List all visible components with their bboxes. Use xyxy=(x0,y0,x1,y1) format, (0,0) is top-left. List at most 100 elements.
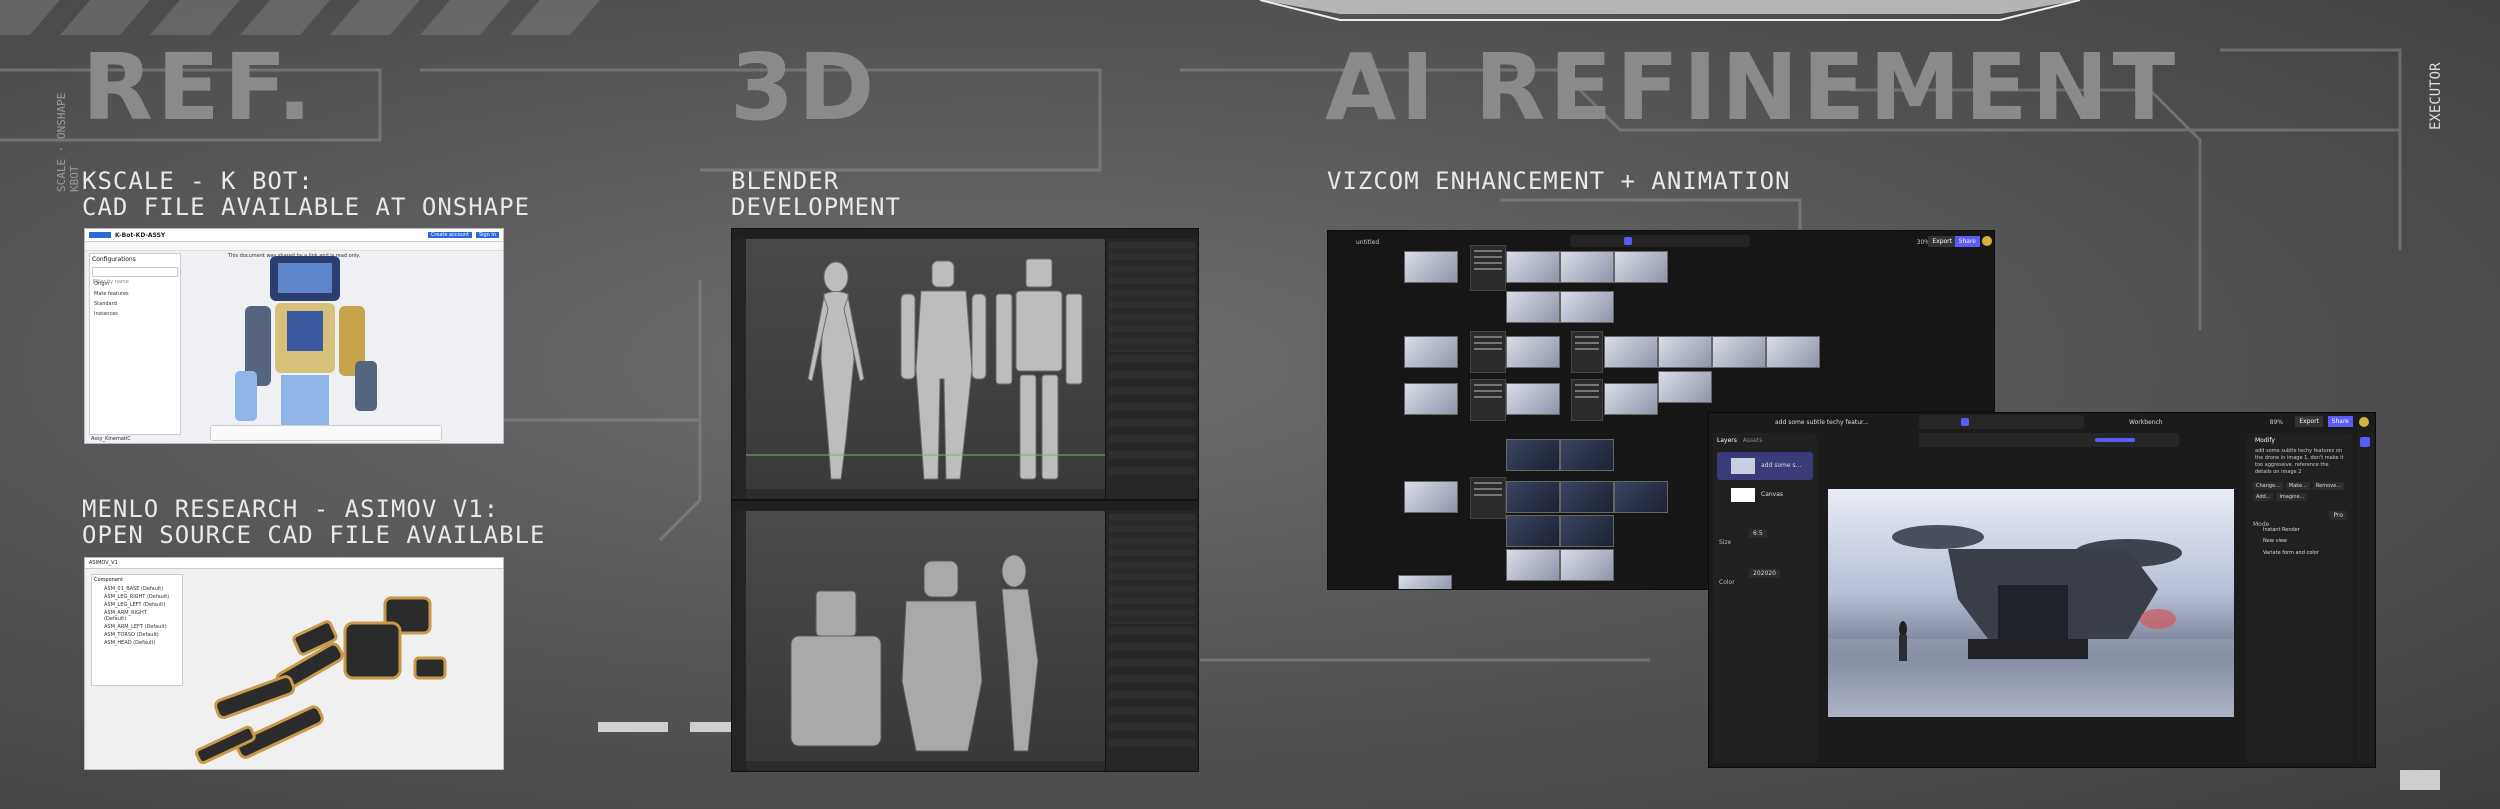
component-item[interactable]: ASM_TORSO (Default) xyxy=(92,631,182,639)
studio-right-rail[interactable] xyxy=(2357,433,2373,763)
component-item[interactable]: ASM_01_BASE (Default) xyxy=(92,585,182,593)
vizcom-heading: VIZCOM ENHANCEMENT + ANIMATION xyxy=(1327,167,1791,195)
tree-item[interactable]: Instances xyxy=(90,309,180,319)
render-thumbnail[interactable] xyxy=(1658,371,1712,403)
component-item[interactable]: ASM_LEG_RIGHT (Default) xyxy=(92,593,182,601)
prompt-note[interactable] xyxy=(1571,379,1603,421)
render-thumbnail[interactable] xyxy=(1506,336,1560,368)
outliner-list[interactable] xyxy=(1109,242,1195,352)
properties-panel[interactable] xyxy=(1109,355,1195,475)
vizcom-share-button[interactable]: Share xyxy=(1954,236,1980,247)
render-thumbnail[interactable] xyxy=(1506,439,1560,471)
create-account-button[interactable]: Create account xyxy=(427,232,472,238)
outliner-list[interactable] xyxy=(1109,514,1195,624)
render-thumbnail[interactable] xyxy=(1506,549,1560,581)
modify-tool-icon[interactable] xyxy=(2360,437,2370,447)
render-thumbnail[interactable] xyxy=(1506,481,1560,513)
brush-settings-bar[interactable] xyxy=(1919,433,2179,447)
layers-tab[interactable]: Layers xyxy=(1717,437,1737,444)
prompt-note[interactable] xyxy=(1470,331,1506,373)
tree-item[interactable]: Standard xyxy=(90,299,180,309)
blender-viewport[interactable] xyxy=(746,239,1108,489)
layer-item-canvas[interactable]: Canvas xyxy=(1717,484,1813,506)
render-thumbnail[interactable] xyxy=(1560,481,1614,513)
color-input[interactable]: 202020 xyxy=(1749,569,1780,578)
render-thumbnail[interactable] xyxy=(1404,251,1458,283)
vizcom-export-button[interactable]: Export xyxy=(1928,236,1956,247)
render-thumbnail[interactable] xyxy=(1560,291,1614,323)
studio-user-avatar[interactable] xyxy=(2359,417,2369,427)
asimov-toolbar: ASIMOV_V1 xyxy=(85,558,503,569)
layer-item-active[interactable]: add some s... xyxy=(1717,452,1813,480)
user-avatar[interactable] xyxy=(1982,236,1992,246)
blender-viewport[interactable] xyxy=(746,511,1108,761)
sign-in-button[interactable]: Sign in xyxy=(475,232,499,238)
studio-prompt-title[interactable]: add some subtle techy featur... xyxy=(1775,419,1869,426)
filter-input[interactable]: Filter by name xyxy=(92,267,178,285)
render-thumbnail[interactable] xyxy=(1404,481,1458,513)
studio-zoom[interactable]: 89% xyxy=(2270,419,2283,426)
vertical-logo: EXECUTOR xyxy=(2428,62,2444,130)
render-thumbnail[interactable] xyxy=(1506,383,1560,415)
blender-tool-shelf[interactable] xyxy=(732,239,746,499)
render-thumbnail[interactable] xyxy=(1560,439,1614,471)
select-tool-icon[interactable] xyxy=(1624,237,1632,245)
mode-select[interactable]: Pro xyxy=(2329,511,2347,520)
render-thumbnail[interactable] xyxy=(1560,251,1614,283)
render-thumbnail[interactable] xyxy=(1604,336,1658,368)
prompt-note[interactable] xyxy=(1470,245,1506,291)
modify-title: Modify xyxy=(2255,437,2275,444)
render-thumbnail[interactable] xyxy=(1658,336,1712,368)
render-thumbnail[interactable] xyxy=(1766,336,1820,368)
action-variate[interactable]: Variate form and color xyxy=(2247,547,2353,559)
vizcom-toolbar[interactable] xyxy=(1570,235,1750,247)
blender-outliner[interactable] xyxy=(1105,239,1198,499)
blender-tool-shelf[interactable] xyxy=(732,511,746,771)
component-item[interactable]: ASM_HEAD (Default) xyxy=(92,639,182,647)
component-title: Component xyxy=(94,577,124,583)
render-thumbnail[interactable] xyxy=(1614,251,1668,283)
component-item[interactable]: ASM_LEG_LEFT (Default) xyxy=(92,601,182,609)
properties-panel[interactable] xyxy=(1109,627,1195,747)
onshape-tab[interactable]: Assy_KinematiC xyxy=(91,436,131,442)
chip-make[interactable]: Make... xyxy=(2285,482,2310,490)
studio-export-button[interactable]: Export xyxy=(2295,416,2323,427)
tree-item[interactable]: Mate features xyxy=(90,289,180,299)
opacity-slider[interactable] xyxy=(2095,438,2135,442)
render-image[interactable] xyxy=(1828,489,2234,717)
chip-add[interactable]: Add... xyxy=(2253,493,2274,501)
assets-tab[interactable]: Assets xyxy=(1743,437,1763,444)
render-thumbnail[interactable] xyxy=(1506,251,1560,283)
render-thumbnail[interactable] xyxy=(1614,481,1668,513)
render-thumbnail[interactable] xyxy=(1560,549,1614,581)
workbench-toggle[interactable]: Workbench xyxy=(2129,419,2163,426)
component-item[interactable]: ASM_ARM_RIGHT (Default) xyxy=(92,609,182,623)
studio-top-toolbar[interactable] xyxy=(1919,415,2084,429)
brush-tool-icon[interactable] xyxy=(1961,418,1969,426)
vizcom-project-name[interactable]: untitled xyxy=(1356,239,1379,246)
tree-item[interactable]: Origin xyxy=(90,279,180,289)
chip-remove[interactable]: Remove... xyxy=(2312,482,2344,490)
chip-change[interactable]: Change... xyxy=(2253,482,2283,490)
modify-prompt-text[interactable]: add some subtle techy features on the dr… xyxy=(2247,448,2353,476)
onshape-bottom-toolbar[interactable] xyxy=(210,425,442,441)
prompt-note[interactable] xyxy=(1470,379,1506,421)
prompt-note[interactable] xyxy=(1571,331,1603,373)
render-thumbnail[interactable] xyxy=(1506,515,1560,547)
onshape-toolbar: K-Bot-KD-ASSY Create account Sign in xyxy=(85,229,503,242)
render-thumbnail[interactable] xyxy=(1404,383,1458,415)
render-thumbnail[interactable] xyxy=(1398,575,1452,589)
blender-outliner[interactable] xyxy=(1105,511,1198,771)
render-thumbnail[interactable] xyxy=(1604,383,1658,415)
render-thumbnail[interactable] xyxy=(1560,515,1614,547)
chip-imagine[interactable]: Imagine... xyxy=(2276,493,2308,501)
render-thumbnail[interactable] xyxy=(1712,336,1766,368)
action-new-view[interactable]: New view xyxy=(2247,535,2353,547)
prompt-note[interactable] xyxy=(1470,477,1506,519)
layer-name: Canvas xyxy=(1761,491,1784,498)
render-thumbnail[interactable] xyxy=(1404,336,1458,368)
component-item[interactable]: ASM_ARM_LEFT (Default) xyxy=(92,623,182,631)
size-select[interactable]: 6:5 xyxy=(1749,529,1767,538)
render-thumbnail[interactable] xyxy=(1506,291,1560,323)
studio-share-button[interactable]: Share xyxy=(2327,416,2353,427)
